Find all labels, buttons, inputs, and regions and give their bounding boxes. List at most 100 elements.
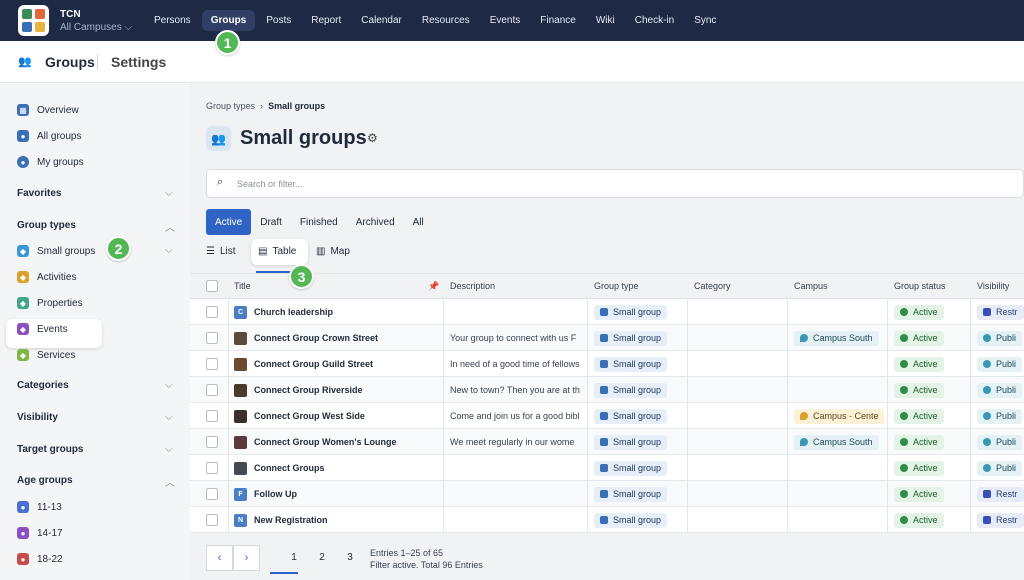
check-circle-icon	[900, 386, 908, 394]
sidebar-section-target-groups[interactable]: Target groups	[17, 444, 83, 455]
pin-icon[interactable]: 📌	[428, 281, 439, 292]
header-groups-tab[interactable]: Groups	[45, 54, 95, 70]
column-group-status[interactable]: Group status	[894, 281, 946, 291]
search-input[interactable]: ⌕ Search or filter...	[206, 169, 1024, 198]
row-title[interactable]: Connect Group Guild Street	[234, 351, 434, 377]
row-checkbox[interactable]	[206, 429, 218, 455]
sidebar-item-properties[interactable]: ◆ Properties	[17, 297, 83, 309]
page-3[interactable]: 3	[336, 552, 364, 563]
column-group-type[interactable]: Group type	[594, 281, 639, 291]
row-checkbox[interactable]	[206, 351, 218, 377]
tab-draft[interactable]: Draft	[251, 209, 291, 235]
row-title[interactable]: Connect Groups	[234, 455, 434, 481]
table-row[interactable]: Connect Group Women's Lounge We meet regu…	[190, 429, 1024, 455]
sidebar-section-group-types[interactable]: Group types	[17, 220, 76, 231]
tab-table[interactable]: ▤ Table	[258, 246, 296, 257]
entries-filter-status: Filter active. Total 96 Entries	[370, 560, 483, 570]
row-title[interactable]: F Follow Up	[234, 481, 434, 507]
column-campus[interactable]: Campus	[794, 281, 828, 291]
table-row[interactable]: Connect Group Guild Street In need of a g…	[190, 351, 1024, 377]
nav-events[interactable]: Events	[481, 10, 530, 31]
tab-finished[interactable]: Finished	[291, 209, 347, 235]
row-checkbox[interactable]	[206, 377, 218, 403]
sidebar-section-age-groups[interactable]: Age groups	[17, 475, 73, 486]
nav-check-in[interactable]: Check-in	[626, 10, 683, 31]
chevron-down-icon[interactable]: ⌵	[165, 188, 173, 199]
select-all-checkbox[interactable]	[206, 280, 218, 294]
row-title[interactable]: Connect Group Riverside	[234, 377, 434, 403]
nav-resources[interactable]: Resources	[413, 10, 479, 31]
row-checkbox[interactable]	[206, 507, 218, 533]
table-row[interactable]: Connect Group Crown Street Your group to …	[190, 325, 1024, 351]
chevron-down-icon[interactable]: ⌵	[165, 444, 173, 455]
page-1[interactable]: 1	[280, 552, 308, 563]
sidebar-item-all-groups[interactable]: ● All groups	[17, 130, 81, 142]
sidebar-item-events[interactable]: ◆ Events	[17, 323, 68, 335]
sidebar-item-services[interactable]: ◆ Services	[17, 349, 75, 361]
table-row[interactable]: C Church leadership Small group Active Restr	[190, 299, 1024, 325]
column-visibility[interactable]: Visibility	[977, 281, 1009, 291]
row-title[interactable]: Connect Group West Side	[234, 403, 434, 429]
step-marker-2: 2	[106, 236, 131, 261]
layers-icon	[600, 412, 608, 420]
visibility-label: Restr	[996, 489, 1018, 499]
tab-list[interactable]: ☰ List	[206, 246, 236, 257]
tab-all[interactable]: All	[404, 209, 433, 235]
column-category[interactable]: Category	[694, 281, 731, 291]
nav-finance[interactable]: Finance	[531, 10, 585, 31]
nav-persons[interactable]: Persons	[145, 10, 200, 31]
sidebar-section-categories[interactable]: Categories	[17, 380, 69, 391]
nav-calendar[interactable]: Calendar	[352, 10, 411, 31]
chevron-down-icon[interactable]: ⌵	[165, 412, 173, 423]
sidebar-item-age-11-13[interactable]: ● 11-13	[17, 501, 62, 513]
sidebar-item-overview[interactable]: ▦ Overview	[17, 104, 79, 116]
table-row[interactable]: Connect Groups Small group Active Publi	[190, 455, 1024, 481]
chevron-up-icon[interactable]: ︿	[165, 474, 175, 489]
tab-map[interactable]: ▥ Map	[316, 246, 350, 257]
row-title[interactable]: Connect Group Women's Lounge	[234, 429, 434, 455]
row-title[interactable]: N New Registration	[234, 507, 434, 533]
sidebar-item-age-14-17[interactable]: ● 14-17	[17, 527, 63, 539]
row-visibility: Publi	[977, 377, 1024, 403]
nav-posts[interactable]: Posts	[257, 10, 300, 31]
row-checkbox[interactable]	[206, 403, 218, 429]
table-row[interactable]: Connect Group West Side Come and join us …	[190, 403, 1024, 429]
header-settings-tab[interactable]: Settings	[111, 54, 166, 70]
column-title[interactable]: Title	[234, 281, 251, 291]
row-checkbox[interactable]	[206, 455, 218, 481]
page-2[interactable]: 2	[308, 552, 336, 563]
breadcrumb-parent[interactable]: Group types	[206, 101, 255, 111]
app-logo[interactable]	[18, 5, 49, 36]
chevron-down-icon[interactable]: ⌵	[165, 380, 173, 391]
nav-wiki[interactable]: Wiki	[587, 10, 624, 31]
table-row[interactable]: Connect Group Riverside New to town? Then…	[190, 377, 1024, 403]
next-page-button[interactable]: ›	[233, 545, 260, 571]
nav-sync[interactable]: Sync	[685, 10, 725, 31]
chevron-down-icon[interactable]: ⌵	[165, 245, 173, 256]
nav-groups[interactable]: Groups	[201, 10, 256, 31]
sidebar-item-small-groups[interactable]: ◆ Small groups	[17, 245, 95, 257]
group-type-label: Small group	[613, 437, 662, 447]
row-checkbox[interactable]	[206, 325, 218, 351]
sidebar-item-activities[interactable]: ◆ Activities	[17, 271, 76, 283]
chevron-up-icon[interactable]: ︿	[165, 219, 175, 234]
org-name[interactable]: TCN	[60, 9, 81, 20]
gear-icon[interactable]: ⚙	[367, 131, 378, 145]
sidebar-section-visibility[interactable]: Visibility	[17, 412, 58, 423]
prev-page-button[interactable]: ‹	[206, 545, 233, 571]
row-checkbox[interactable]	[206, 299, 218, 325]
sidebar-item-age-18-22[interactable]: ● 18-22	[17, 553, 63, 565]
row-checkbox[interactable]	[206, 481, 218, 507]
nav-report[interactable]: Report	[302, 10, 350, 31]
tab-active[interactable]: Active	[206, 209, 252, 235]
column-description[interactable]: Description	[450, 281, 495, 291]
row-title[interactable]: Connect Group Crown Street	[234, 325, 434, 351]
sidebar-item-my-groups[interactable]: ● My groups	[17, 156, 84, 168]
table-row[interactable]: F Follow Up Small group Active Restr	[190, 481, 1024, 507]
campus-selector[interactable]: All Campuses ⌵	[60, 22, 132, 33]
row-title[interactable]: C Church leadership	[234, 299, 434, 325]
sidebar-item-label: Services	[37, 349, 76, 361]
sidebar-section-favorites[interactable]: Favorites	[17, 188, 61, 199]
tab-archived[interactable]: Archived	[347, 209, 404, 235]
table-row[interactable]: N New Registration Small group Active Restr	[190, 507, 1024, 533]
